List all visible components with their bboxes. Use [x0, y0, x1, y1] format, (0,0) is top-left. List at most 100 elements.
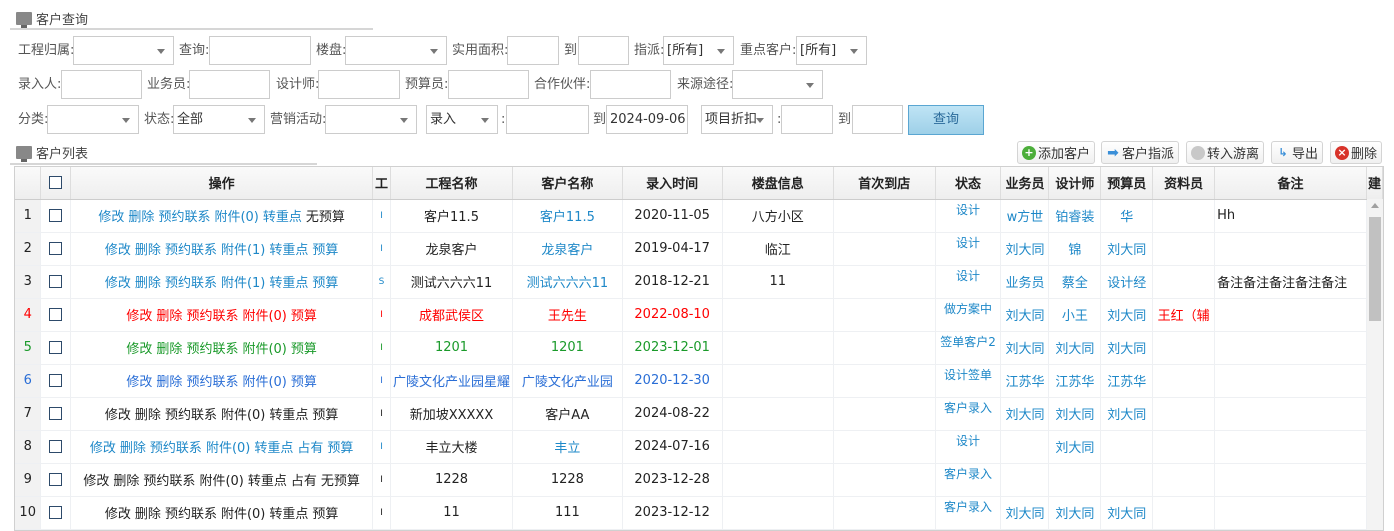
- cell-cust[interactable]: 1201: [512, 331, 623, 365]
- row-checkbox-cell[interactable]: [40, 364, 72, 398]
- scrollbar-thumb[interactable]: [1369, 217, 1381, 321]
- action-link[interactable]: 预约联系: [165, 243, 217, 258]
- action-link[interactable]: 修改: [105, 243, 131, 258]
- row-checkbox[interactable]: [49, 440, 63, 453]
- project-owner-select[interactable]: [73, 36, 174, 65]
- row-checkbox-cell[interactable]: [40, 496, 72, 530]
- vertical-scrollbar[interactable]: [1367, 199, 1383, 530]
- row-checkbox[interactable]: [49, 275, 63, 288]
- action-link[interactable]: 预算: [291, 342, 317, 357]
- table-row[interactable]: 5 修改 删除 预约联系 附件(0) 预算 I 1201 1201 2023-12-01 签单客户2…: [15, 331, 1383, 365]
- action-link[interactable]: 删除: [135, 276, 161, 291]
- area-to-input[interactable]: [578, 36, 629, 65]
- action-link[interactable]: 删除: [135, 243, 161, 258]
- row-checkbox-cell[interactable]: [40, 331, 72, 365]
- export-button[interactable]: ↳ 导出: [1271, 141, 1324, 164]
- header-8[interactable]: 业务员: [1000, 167, 1050, 200]
- header-3[interactable]: 客户名称: [512, 167, 623, 200]
- select-all-checkbox[interactable]: [49, 176, 63, 190]
- action-link[interactable]: 转重点: [269, 276, 308, 291]
- action-link[interactable]: 预算: [312, 243, 338, 258]
- table-row[interactable]: 9 修改 删除 预约联系 附件(0) 转重点 占有 无预算 I 1228 1228 2023-12-2…: [15, 463, 1383, 497]
- status-select[interactable]: 全部: [173, 105, 265, 134]
- action-link[interactable]: 无预算: [321, 474, 360, 489]
- cell-cust[interactable]: 丰立: [512, 430, 623, 464]
- action-link[interactable]: 附件(0): [242, 342, 286, 357]
- table-row[interactable]: 4 修改 删除 预约联系 附件(0) 预算 I 成都武侯区 王先生 2022-08-10 做方案中刘…: [15, 298, 1383, 332]
- header-10[interactable]: 预算员: [1100, 167, 1154, 200]
- table-row[interactable]: 1 修改 删除 预约联系 附件(0) 转重点 无预算 I 客户11.5 客户11.5 2020-11…: [15, 199, 1383, 233]
- action-link[interactable]: 转重点: [254, 441, 293, 456]
- table-row[interactable]: 6 修改 删除 预约联系 附件(0) 预算 I 广陵文化产业园星耀 广陵文化产业园 2020-12…: [15, 364, 1383, 398]
- action-link[interactable]: 修改: [105, 276, 131, 291]
- search-input[interactable]: [209, 36, 311, 65]
- row-checkbox[interactable]: [49, 308, 63, 321]
- header-13[interactable]: 建: [1366, 167, 1383, 200]
- action-link[interactable]: 预算: [291, 375, 317, 390]
- budgeter-input[interactable]: [448, 70, 529, 99]
- action-link[interactable]: 附件(1): [221, 243, 265, 258]
- cell-cust[interactable]: 龙泉客户: [512, 232, 623, 266]
- table-row[interactable]: 7 修改 删除 预约联系 附件(0) 转重点 预算 I 新加坡XXXXX 客户AA 2024-08-…: [15, 397, 1383, 431]
- entered-by-input[interactable]: [61, 70, 142, 99]
- date-type-select[interactable]: 录入: [426, 105, 498, 134]
- row-checkbox[interactable]: [49, 341, 63, 354]
- action-link[interactable]: 预约联系: [186, 309, 238, 324]
- header-1[interactable]: 工: [372, 167, 392, 200]
- action-link[interactable]: 占有: [297, 441, 323, 456]
- action-link[interactable]: 修改: [105, 507, 131, 522]
- action-link[interactable]: 附件(0): [199, 474, 243, 489]
- action-link[interactable]: 转重点: [269, 408, 308, 423]
- row-checkbox[interactable]: [49, 506, 63, 519]
- action-link[interactable]: 转重点: [269, 507, 308, 522]
- action-link[interactable]: 预算: [327, 441, 353, 456]
- source-select[interactable]: [732, 70, 823, 99]
- action-link[interactable]: 预算: [312, 276, 338, 291]
- discount-to-input[interactable]: [852, 105, 903, 134]
- action-link[interactable]: 删除: [128, 210, 154, 225]
- cell-proj[interactable]: 客户11.5: [390, 199, 513, 233]
- action-link[interactable]: 修改: [105, 408, 131, 423]
- action-link[interactable]: 修改: [90, 441, 116, 456]
- action-link[interactable]: 占有: [291, 474, 317, 489]
- header-4[interactable]: 录入时间: [622, 167, 723, 200]
- action-link[interactable]: 预约联系: [143, 474, 195, 489]
- cell-proj[interactable]: 测试六六六11: [390, 265, 513, 299]
- key-customer-select[interactable]: [所有]: [796, 36, 867, 65]
- action-link[interactable]: 修改: [83, 474, 109, 489]
- row-checkbox[interactable]: [49, 209, 63, 222]
- discount-select[interactable]: 项目折扣: [701, 105, 773, 134]
- action-link[interactable]: 删除: [156, 309, 182, 324]
- action-link[interactable]: 预约联系: [165, 408, 217, 423]
- action-link[interactable]: 转重点: [248, 474, 287, 489]
- action-link[interactable]: 附件(0): [242, 309, 286, 324]
- assign-select[interactable]: [所有]: [663, 36, 734, 65]
- header-0[interactable]: 操作: [70, 167, 374, 200]
- action-link[interactable]: 删除: [135, 408, 161, 423]
- add-customer-button[interactable]: + 添加客户: [1017, 141, 1096, 164]
- row-checkbox-cell[interactable]: [40, 199, 72, 233]
- action-link[interactable]: 修改: [126, 342, 152, 357]
- action-link[interactable]: 附件(0): [242, 375, 286, 390]
- delete-button[interactable]: × 删除: [1330, 141, 1383, 164]
- cell-cust[interactable]: 测试六六六11: [512, 265, 623, 299]
- action-link[interactable]: 删除: [156, 342, 182, 357]
- discount-from-input[interactable]: [781, 105, 833, 134]
- action-link[interactable]: 删除: [135, 507, 161, 522]
- action-link[interactable]: 预约联系: [150, 441, 202, 456]
- action-link[interactable]: 预约联系: [158, 210, 210, 225]
- cell-proj[interactable]: 成都武侯区: [390, 298, 513, 332]
- cell-cust[interactable]: 客户11.5: [512, 199, 623, 233]
- row-checkbox[interactable]: [49, 374, 63, 387]
- action-link[interactable]: 修改: [126, 309, 152, 324]
- action-link[interactable]: 附件(0): [221, 507, 265, 522]
- action-link[interactable]: 删除: [120, 441, 146, 456]
- action-link[interactable]: 删除: [156, 375, 182, 390]
- cell-proj[interactable]: 丰立大楼: [390, 430, 513, 464]
- table-row[interactable]: 2 修改 删除 预约联系 附件(1) 转重点 预算 I 龙泉客户 龙泉客户 2019-04-17 临江…: [15, 232, 1383, 266]
- header-12[interactable]: 备注: [1214, 167, 1367, 200]
- date-to-input[interactable]: 2024-09-06: [606, 105, 688, 134]
- building-select[interactable]: [345, 36, 447, 65]
- header-7[interactable]: 状态: [935, 167, 1002, 200]
- action-link[interactable]: 预算: [291, 309, 317, 324]
